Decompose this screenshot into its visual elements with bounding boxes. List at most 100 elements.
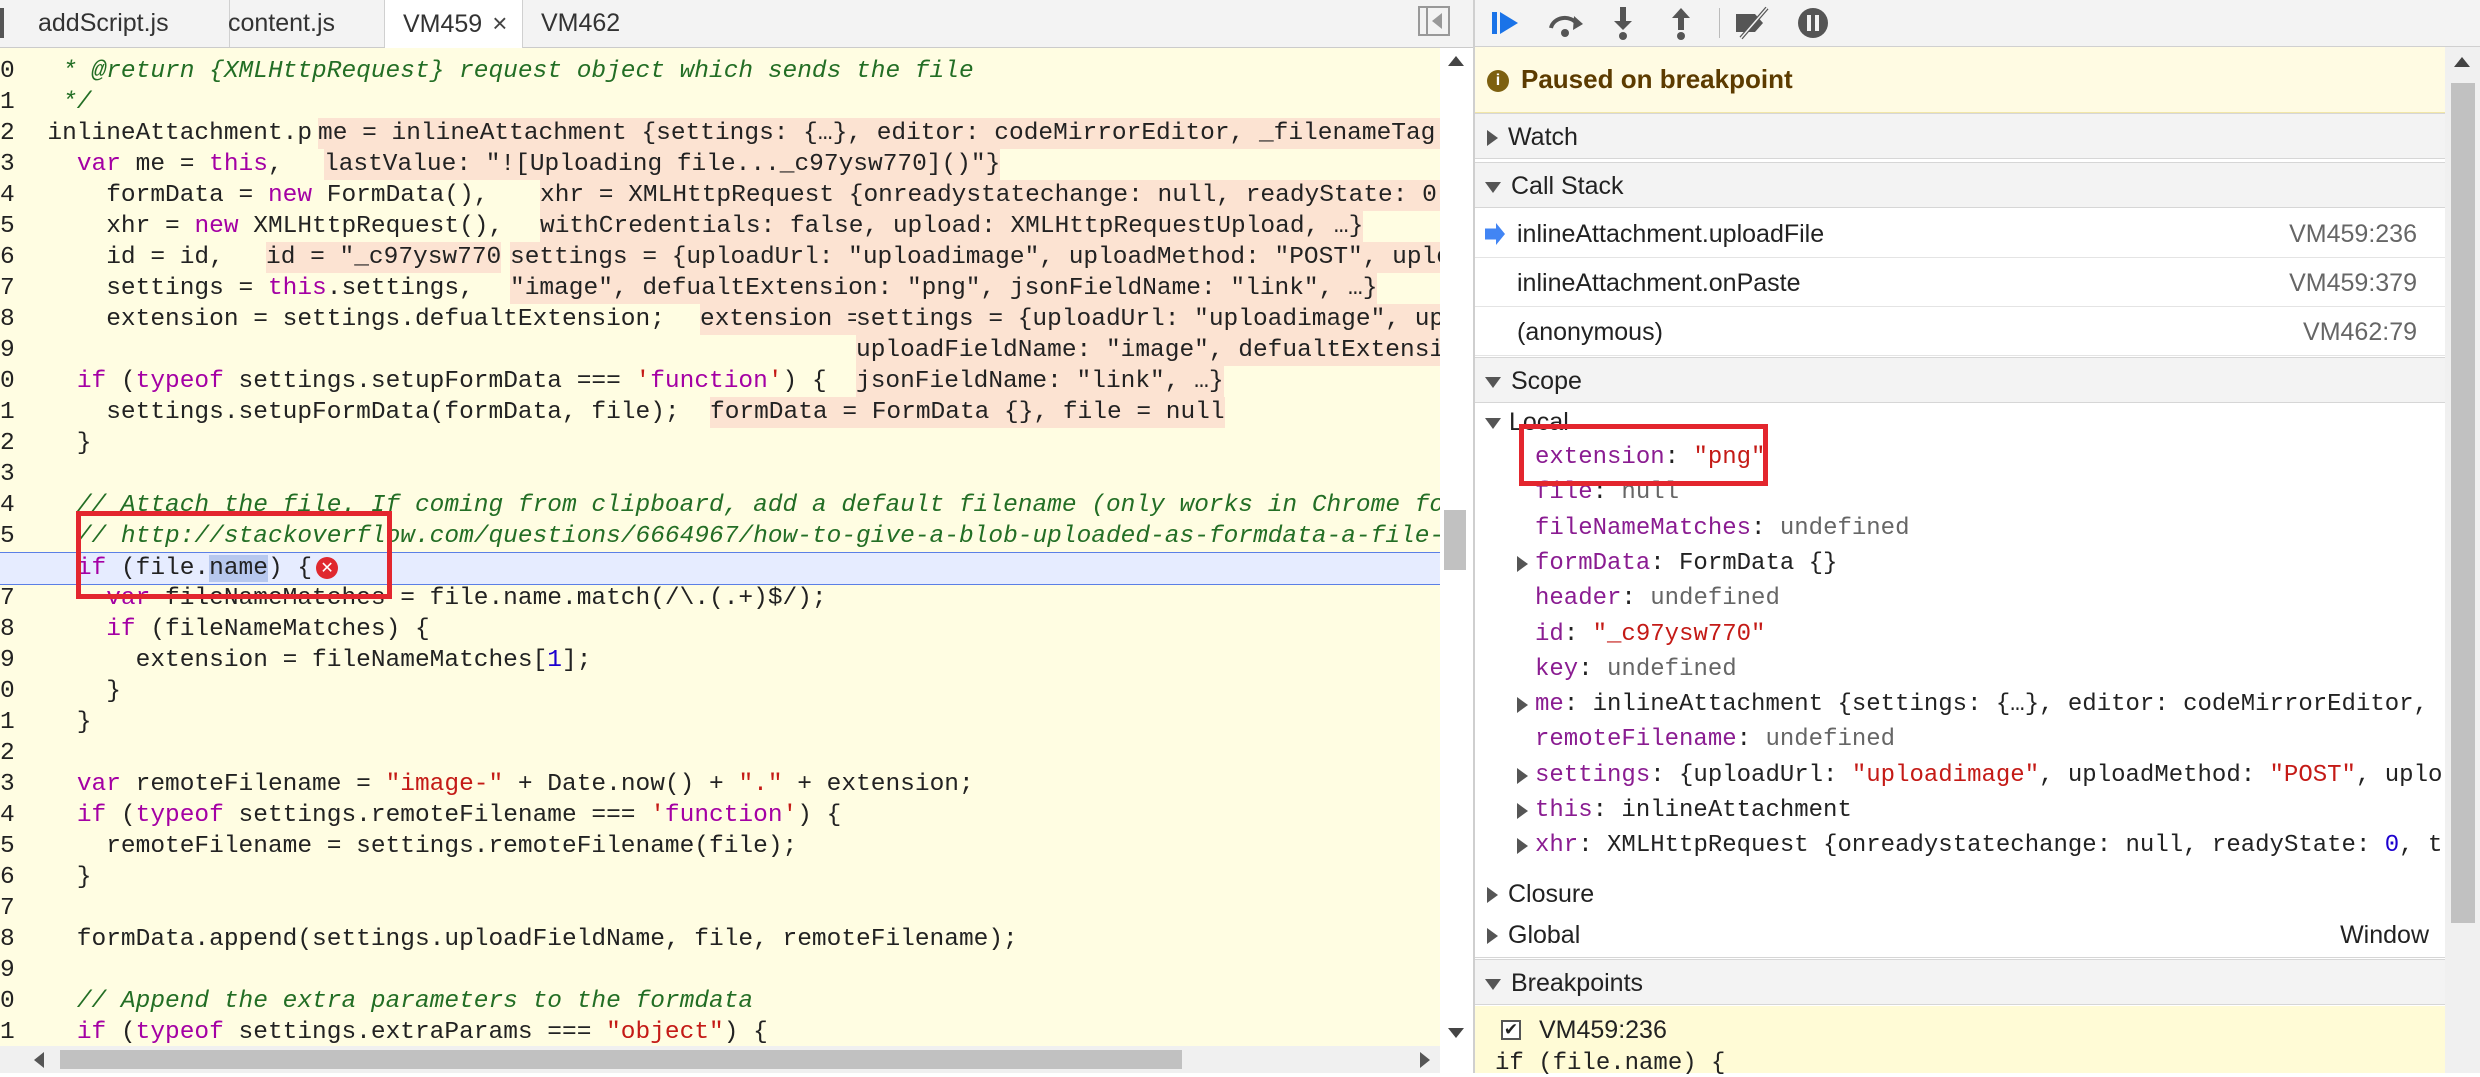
editor-horizontal-scrollbar[interactable] (0, 1046, 1440, 1073)
code-line[interactable]: 0 if (typeof settings.setupFormData === … (0, 366, 1440, 397)
code-line[interactable]: 8 formData.append(settings.uploadFieldNa… (0, 924, 1440, 955)
scope-variable[interactable]: key: undefined (1535, 652, 1737, 687)
scroll-up-icon[interactable] (2454, 57, 2470, 67)
scroll-left-icon[interactable] (34, 1052, 44, 1068)
line-number[interactable]: 3 (0, 459, 20, 490)
toggle-navigator-icon[interactable] (1418, 6, 1450, 36)
scroll-thumb[interactable] (1444, 510, 1466, 570)
line-number[interactable]: 3 (0, 149, 20, 180)
code-line[interactable]: 6 } (0, 862, 1440, 893)
close-icon[interactable]: × (492, 0, 507, 46)
line-number[interactable]: 9 (0, 955, 20, 986)
line-number[interactable]: 4 (0, 800, 20, 831)
line-number[interactable]: 7 (0, 273, 20, 304)
code-line[interactable]: 0 // Append the extra parameters to the … (0, 986, 1440, 1017)
scope-variable[interactable]: remoteFilename: undefined (1535, 722, 1895, 757)
tab-addscript[interactable]: addScript.js (20, 0, 230, 47)
line-number[interactable]: 8 (0, 924, 20, 955)
section-watch[interactable]: Watch (1475, 113, 2445, 159)
scope-variable[interactable]: formData: FormData {} (1517, 546, 1837, 581)
line-number[interactable]: 2 (0, 118, 20, 149)
line-number[interactable]: 1 (0, 87, 20, 118)
call-frame[interactable]: inlineAttachment.uploadFile VM459:236 (1475, 210, 2445, 258)
code-line[interactable]: 0 } (0, 676, 1440, 707)
scope-variable[interactable]: id: "_c97ysw770" (1535, 617, 1765, 652)
code-line[interactable]: 5 remoteFilename = settings.remoteFilena… (0, 831, 1440, 862)
expand-triangle-icon[interactable] (1517, 803, 1528, 819)
line-number[interactable]: 4 (0, 180, 20, 211)
call-frame-location[interactable]: VM459:379 (2289, 259, 2417, 307)
line-number[interactable]: 0 (0, 676, 20, 707)
call-frame-location[interactable]: VM459:236 (2289, 210, 2417, 258)
breakpoint-label[interactable]: VM459:236 (1539, 1016, 1667, 1045)
line-number[interactable]: 0 (0, 366, 20, 397)
section-closure[interactable]: Closure (1475, 871, 2445, 917)
code-line[interactable]: 1 if (typeof settings.extraParams === "o… (0, 1017, 1440, 1046)
line-number[interactable]: 9 (0, 645, 20, 676)
line-number[interactable]: 1 (0, 707, 20, 738)
call-frame[interactable]: inlineAttachment.onPaste VM459:379 (1475, 259, 2445, 307)
code-line[interactable]: 8 if (fileNameMatches) { (0, 614, 1440, 645)
expand-triangle-icon[interactable] (1517, 767, 1528, 784)
line-number[interactable]: 6 (0, 862, 20, 893)
line-number[interactable]: 2 (0, 428, 20, 459)
deactivate-breakpoints-icon[interactable] (1733, 4, 1773, 42)
scope-variable[interactable]: settings: {uploadUrl: "uploadimage", upl… (1517, 758, 2442, 793)
scope-variable[interactable]: xhr: XMLHttpRequest {onreadystatechange:… (1517, 828, 2442, 863)
resume-icon[interactable] (1487, 4, 1527, 42)
line-number[interactable]: 2 (0, 738, 20, 769)
scroll-right-icon[interactable] (1420, 1052, 1430, 1068)
code-line[interactable]: 4 if (typeof settings.remoteFilename ===… (0, 800, 1440, 831)
section-call-stack[interactable]: Call Stack (1475, 162, 2445, 208)
line-number[interactable]: 7 (0, 583, 20, 614)
tab-vm459[interactable]: VM459 × (385, 0, 523, 48)
debugger-vertical-scrollbar[interactable] (2445, 47, 2480, 1073)
line-number[interactable]: 1 (0, 1017, 20, 1046)
line-number[interactable]: 8 (0, 304, 20, 335)
line-number[interactable]: 0 (0, 986, 20, 1017)
scroll-down-icon[interactable] (1448, 1028, 1464, 1038)
editor-vertical-scrollbar[interactable] (1440, 48, 1471, 1046)
expand-triangle-icon[interactable] (1517, 697, 1528, 714)
call-frame[interactable]: (anonymous) VM462:79 (1475, 308, 2445, 356)
breakpoint-checkbox[interactable]: ✔ (1501, 1020, 1521, 1040)
expand-triangle-icon[interactable] (1517, 838, 1528, 855)
section-global[interactable]: Global Window (1475, 912, 2445, 958)
scope-variable[interactable]: header: undefined (1535, 581, 1780, 616)
line-number[interactable]: 3 (0, 769, 20, 800)
tab-vm462[interactable]: VM462 (523, 0, 623, 47)
code-line[interactable]: 2 (0, 738, 1440, 769)
code-line[interactable]: 7 (0, 893, 1440, 924)
expand-triangle-icon[interactable] (1517, 555, 1528, 572)
step-over-icon[interactable] (1545, 4, 1585, 42)
code-line[interactable]: 9 (0, 955, 1440, 986)
line-number[interactable]: 1 (0, 397, 20, 428)
scope-variable[interactable]: this: inlineAttachment (1517, 793, 1852, 828)
section-breakpoints[interactable]: Breakpoints (1475, 959, 2445, 1005)
line-number[interactable]: 4 (0, 490, 20, 521)
line-number[interactable]: 0 (0, 56, 20, 87)
line-number[interactable]: 5 (0, 831, 20, 862)
step-into-icon[interactable] (1603, 4, 1643, 42)
code-line[interactable]: 1 */ (0, 87, 1440, 118)
line-number[interactable]: 9 (0, 335, 20, 366)
scope-variable[interactable]: me: inlineAttachment {settings: {…}, edi… (1517, 687, 2428, 722)
line-number[interactable]: 5 (0, 521, 20, 552)
pause-on-exceptions-icon[interactable] (1793, 4, 1833, 42)
scroll-up-icon[interactable] (1448, 56, 1464, 66)
line-number[interactable]: 7 (0, 893, 20, 924)
scroll-thumb[interactable] (60, 1050, 1182, 1069)
code-line[interactable]: 0 * @return {XMLHttpRequest} request obj… (0, 56, 1440, 87)
code-line[interactable]: 9 extension = fileNameMatches[1]; (0, 645, 1440, 676)
step-out-icon[interactable] (1661, 4, 1701, 42)
code-line[interactable]: 1 } (0, 707, 1440, 738)
line-number[interactable]: 8 (0, 614, 20, 645)
line-number[interactable]: 6 (0, 242, 20, 273)
code-line[interactable]: 3 (0, 459, 1440, 490)
scroll-thumb[interactable] (2451, 83, 2475, 923)
call-frame-location[interactable]: VM462:79 (2303, 308, 2417, 356)
line-number[interactable]: 5 (0, 211, 20, 242)
tab-content[interactable]: content.js (210, 0, 385, 47)
section-scope[interactable]: Scope (1475, 357, 2445, 403)
code-line[interactable]: 2 } (0, 428, 1440, 459)
